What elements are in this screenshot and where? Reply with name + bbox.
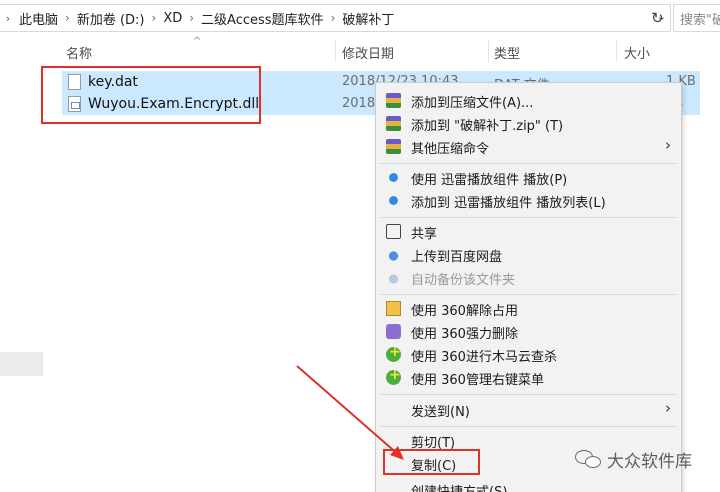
- menu-item-label: 使用 360强力删除: [411, 327, 518, 342]
- breadcrumb-access-folder[interactable]: 二级Access题库软件: [198, 9, 327, 28]
- winrar-icon: [386, 116, 401, 131]
- menu-item-360-unlock[interactable]: 使用 360解除占用: [376, 297, 681, 320]
- menu-item-baidu-upload[interactable]: 上传到百度网盘: [376, 243, 681, 266]
- chevron-right-icon[interactable]: ›: [61, 11, 74, 25]
- menu-item-label: 发送到(N): [411, 405, 470, 420]
- menu-separator: [380, 217, 677, 218]
- menu-item-other-compress[interactable]: 其他压缩命令 ›: [376, 135, 681, 158]
- menu-item-send-to[interactable]: 发送到(N) ›: [376, 398, 681, 421]
- file-date: 2018/: [342, 96, 380, 111]
- menu-item-label: 添加到压缩文件(A)...: [411, 96, 534, 111]
- column-date[interactable]: 修改日期: [342, 43, 394, 62]
- menu-item-label: 使用 360解除占用: [411, 304, 518, 319]
- xunlei-icon: [386, 193, 401, 208]
- search-input[interactable]: 搜索"破: [673, 4, 720, 32]
- menu-separator: [380, 394, 677, 395]
- address-bar[interactable]: › 此电脑 › 新加卷 (D:) › XD › 二级Access题库软件 › 破…: [0, 4, 671, 32]
- menu-item-label: 其他压缩命令: [411, 142, 490, 157]
- menu-item-360-delete[interactable]: 使用 360强力删除: [376, 320, 681, 343]
- menu-separator: [380, 294, 677, 295]
- column-size[interactable]: 大小: [624, 43, 650, 62]
- winrar-icon: [386, 93, 401, 108]
- menu-item-auto-backup: 自动备份该文件夹: [376, 266, 681, 289]
- menu-item-create-shortcut[interactable]: 创建快捷方式(S): [376, 478, 681, 492]
- menu-item-add-to-zip[interactable]: 添加到 "破解补丁.zip" (T): [376, 112, 681, 135]
- menu-item-label: 使用 迅雷播放组件 播放(P): [411, 173, 568, 188]
- chevron-right-icon[interactable]: ›: [185, 11, 198, 25]
- chevron-right-icon[interactable]: ›: [327, 11, 340, 25]
- column-divider[interactable]: [488, 40, 489, 62]
- menu-item-label: 添加到 迅雷播放组件 播放列表(L): [411, 196, 606, 211]
- breadcrumb-crack-patch[interactable]: 破解补丁: [339, 9, 397, 28]
- wechat-icon: [575, 448, 603, 470]
- context-menu: 添加到压缩文件(A)... 添加到 "破解补丁.zip" (T) 其他压缩命令 …: [375, 82, 682, 492]
- refresh-icon[interactable]: ↻: [651, 9, 664, 27]
- menu-item-label: 使用 360进行木马云查杀: [411, 350, 557, 365]
- watermark: 大众软件库: [575, 444, 715, 474]
- menu-item-label: 共享: [411, 227, 438, 242]
- column-name[interactable]: 名称: [66, 43, 92, 62]
- search-placeholder: 搜索"破: [680, 12, 720, 28]
- nav-pane-item[interactable]: [0, 352, 43, 376]
- 360-delete-icon: [386, 324, 401, 339]
- file-selection-highlight: [41, 66, 261, 124]
- baidu-cloud-icon: [386, 247, 401, 262]
- chevron-right-icon: ›: [665, 399, 671, 417]
- watermark-text: 大众软件库: [607, 451, 692, 472]
- 360-scan-icon: [386, 344, 401, 362]
- menu-item-share[interactable]: 共享: [376, 220, 681, 243]
- menu-item-360-scan[interactable]: 使用 360进行木马云查杀: [376, 343, 681, 366]
- 360-unlock-icon: [386, 301, 401, 316]
- 360-scan-icon: [386, 367, 401, 385]
- column-divider[interactable]: [616, 40, 617, 62]
- breadcrumb-drive-d[interactable]: 新加卷 (D:): [74, 9, 148, 28]
- breadcrumb-this-pc[interactable]: 此电脑: [16, 9, 61, 28]
- menu-item-xunlei-playlist[interactable]: 添加到 迅雷播放组件 播放列表(L): [376, 189, 681, 212]
- address-row: › 此电脑 › 新加卷 (D:) › XD › 二级Access题库软件 › 破…: [0, 0, 720, 36]
- menu-item-label: 添加到 "破解补丁.zip" (T): [411, 119, 564, 134]
- share-icon: [386, 224, 401, 239]
- menu-separator: [380, 163, 677, 164]
- xunlei-icon: [386, 170, 401, 185]
- baidu-cloud-icon: [386, 270, 401, 285]
- menu-item-label: 使用 360管理右键菜单: [411, 373, 544, 388]
- breadcrumb-xd[interactable]: XD: [160, 11, 185, 26]
- chevron-right-icon[interactable]: ›: [148, 11, 161, 25]
- menu-item-xunlei-play[interactable]: 使用 迅雷播放组件 播放(P): [376, 166, 681, 189]
- chevron-right-icon[interactable]: ›: [0, 5, 16, 31]
- menu-item-add-to-archive[interactable]: 添加到压缩文件(A)...: [376, 89, 681, 112]
- menu-item-360-manage[interactable]: 使用 360管理右键菜单: [376, 366, 681, 389]
- column-divider[interactable]: [335, 40, 336, 62]
- menu-item-label: 自动备份该文件夹: [411, 273, 516, 288]
- menu-item-label: 上传到百度网盘: [411, 250, 503, 265]
- sort-caret-icon: ^: [193, 36, 202, 47]
- copy-highlight-box: [383, 449, 480, 475]
- column-header: ^ 名称 修改日期 类型 大小: [0, 36, 720, 66]
- column-type[interactable]: 类型: [494, 43, 520, 62]
- winrar-icon: [386, 139, 401, 154]
- menu-item-label: 创建快捷方式(S): [411, 481, 507, 492]
- menu-separator: [380, 426, 677, 427]
- chevron-right-icon: ›: [665, 136, 671, 154]
